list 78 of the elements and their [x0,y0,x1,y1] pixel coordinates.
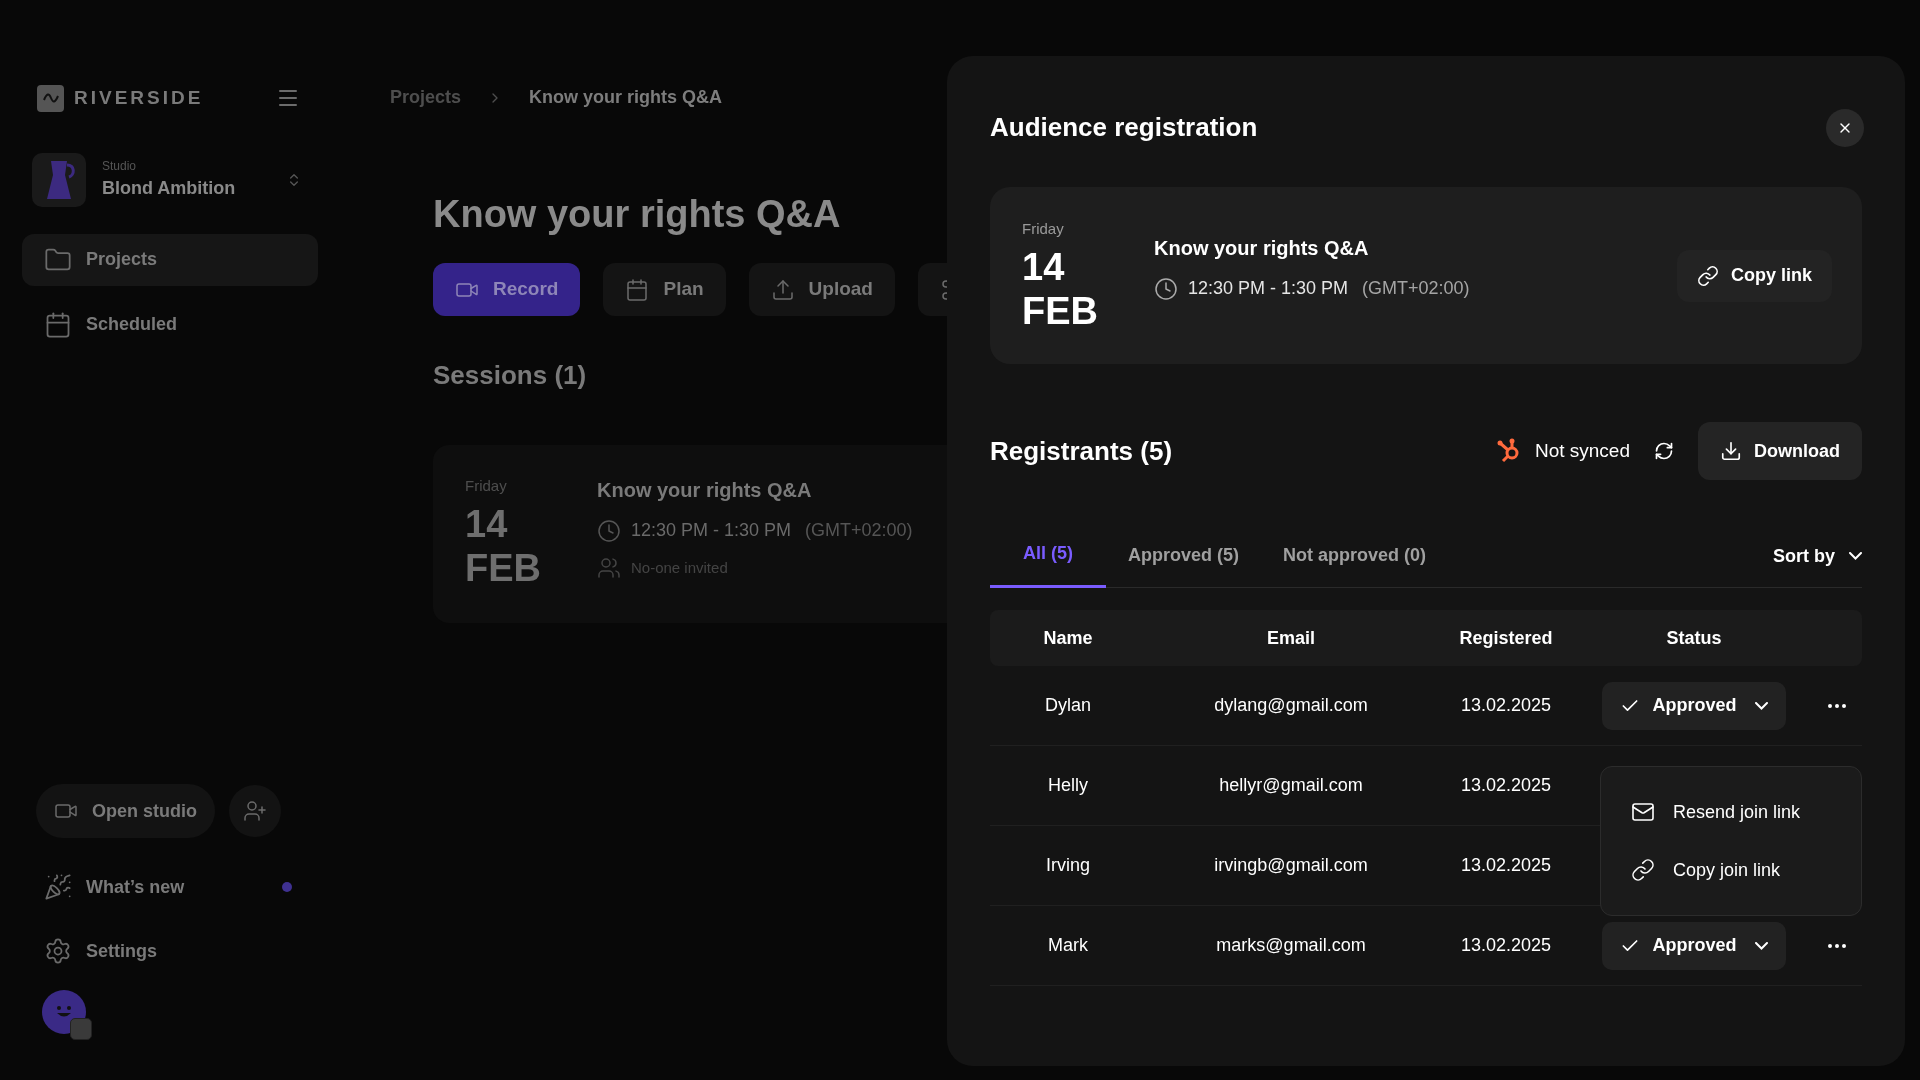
calendar-icon [625,277,650,302]
table-cell-text: Irving [1045,854,1091,877]
session-day: 14 [465,501,597,546]
party-popper-icon [44,873,72,901]
action-button[interactable]: Record [433,263,581,316]
filter-tab[interactable]: Approved (5) [1106,536,1262,588]
calendar-icon [44,310,72,339]
table-cell-text: Helly [1047,774,1089,797]
download-icon [1720,440,1742,462]
breadcrumb-current: Know your rights Q&A [529,86,723,109]
workspace-badge-icon [70,1018,92,1040]
studio-label: Studio [102,158,138,175]
table-cell-text: 13.02.2025 [1459,694,1553,717]
logo-icon [37,84,64,112]
nav-item[interactable]: What’s new [22,862,318,912]
sort-dropdown[interactable]: Sort by [1773,535,1862,587]
clock-icon [597,518,621,543]
session-weekday: Friday [465,476,508,496]
session-title: Know your rights Q&A [597,478,813,503]
table-cell-text: hellyr@gmail.com [1218,774,1364,797]
registrants-heading: Registrants (5) [990,434,1174,468]
menu-item[interactable]: Resend join link [1615,787,1847,837]
menu-item[interactable]: Copy join link [1615,845,1847,895]
session-time: 12:30 PM - 1:30 PM [631,519,792,542]
table-cell-text: 13.02.2025 [1459,774,1553,797]
upload-icon [770,277,795,302]
nav-item[interactable]: Scheduled [22,298,318,351]
open-studio-button[interactable]: Open studio [36,784,215,838]
logo-text: RIVERSIDE [74,86,204,110]
chevron-down-icon [1754,701,1768,710]
invite-person-button[interactable] [229,785,281,837]
event-timezone: (GMT+02:00) [1362,277,1470,300]
table-cell-text: marks@gmail.com [1215,934,1367,957]
status-dropdown[interactable]: Approved [1602,921,1786,970]
column-header: Email [1266,626,1316,650]
column-header: Registered [1458,626,1554,650]
clock-icon [1154,276,1178,301]
person-plus-icon [243,799,267,823]
copy-link-button[interactable]: Copy link [1677,249,1832,302]
table-cell-text: dylang@gmail.com [1213,694,1369,717]
breadcrumb-link[interactable]: Projects [390,84,462,111]
session-timezone: (GMT+02:00) [805,519,913,542]
sync-icon[interactable] [1654,441,1674,461]
event-title: Know your rights Q&A [1154,236,1370,261]
action-button[interactable]: Upload [748,263,895,316]
download-button[interactable]: Download [1698,422,1862,480]
table-cell-text: 13.02.2025 [1459,934,1553,957]
table-cell-text: Dylan [1044,694,1092,717]
table-cell-text: 13.02.2025 [1459,854,1553,877]
chevron-down-icon [1754,941,1768,950]
event-time: 12:30 PM - 1:30 PM [1188,277,1349,300]
column-header: Status [1665,626,1723,650]
gear-icon [44,937,72,965]
studio-name: Blond Ambition [102,177,237,200]
people-icon [597,556,621,580]
status-dropdown[interactable]: Approved [1602,681,1786,730]
sync-status: Not synced [1534,438,1630,463]
table-cell-text: irvingb@gmail.com [1213,854,1369,877]
project-title: Know your rights Q&A [433,195,842,233]
envelope-icon [1631,800,1655,824]
column-header: Name [1042,626,1094,650]
nav-item[interactable]: Projects [22,233,318,286]
link-icon [1631,858,1655,882]
filter-tab[interactable]: All (5) [990,536,1106,588]
link-icon [1697,264,1719,287]
filter-tab[interactable]: Not approved (0) [1261,536,1449,588]
action-button[interactable]: Plan [603,263,726,316]
close-button[interactable] [1826,108,1864,147]
table-cell-text: Mark [1047,934,1089,957]
studio-avatar-icon [32,152,86,207]
dialog-title: Audience registration [990,111,1258,144]
event-weekday: Friday [1022,219,1065,240]
event-day: 14 [1022,244,1154,289]
chevron-down-icon [1849,552,1862,560]
session-month: FEB [465,545,542,590]
sessions-heading: Sessions (1) [433,359,588,392]
event-month: FEB [1022,288,1099,333]
nav-item[interactable]: Settings [22,926,318,976]
